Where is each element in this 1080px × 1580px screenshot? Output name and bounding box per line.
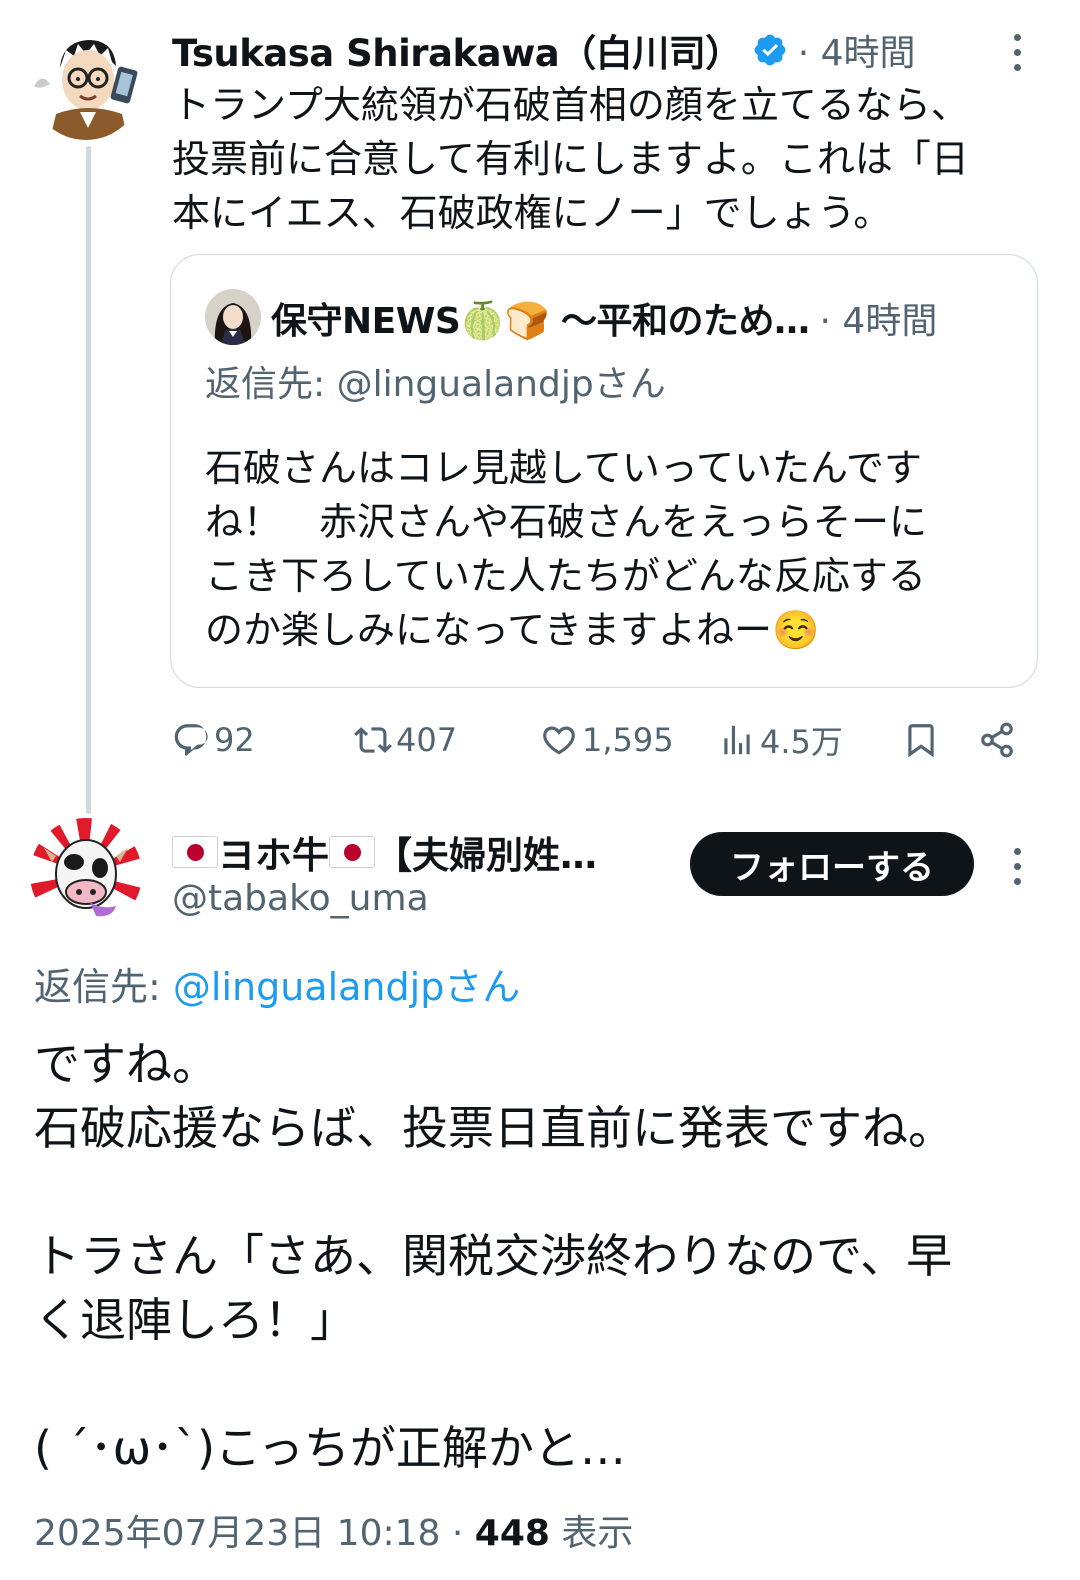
- like-count: 1,595: [582, 721, 674, 759]
- views-button[interactable]: 4.5万: [718, 712, 843, 768]
- bookmark-button[interactable]: [902, 712, 944, 768]
- quoted-reply-to: 返信先: @lingualandjpさん: [205, 364, 666, 405]
- thread-connector-line: [86, 146, 91, 814]
- retweet-count: 407: [396, 721, 458, 759]
- quoted-tweet-time: · 4時間: [819, 301, 938, 342]
- share-icon: [981, 722, 1013, 758]
- tweet-meta: 2025年07月23日 10:18 · 448 表示: [34, 1504, 633, 1556]
- tweet-text: トランプ大統領が石破首相の顔を立てるなら、 投票前に合意して有利にしますよ。これ…: [172, 83, 969, 235]
- reply-count: 92: [214, 721, 255, 759]
- more-icon[interactable]: [1002, 848, 1032, 885]
- reply-icon: [174, 724, 208, 756]
- views-icon: [724, 725, 750, 755]
- like-button[interactable]: 1,595: [540, 712, 674, 768]
- bookmark-icon: [908, 724, 934, 758]
- tweet-header: Tsukasa Shirakawa（白川司） · 4時間: [172, 23, 916, 77]
- quoted-tweet[interactable]: 保守NEWS🍈🍞 〜平和のため… · 4時間 返信先: @lingualandj…: [170, 254, 1038, 688]
- follow-button[interactable]: フォローする: [690, 832, 974, 896]
- quoted-author-name: 保守NEWS🍈🍞 〜平和のため…: [271, 301, 810, 342]
- reply-author-name-row[interactable]: ヨホ牛 【夫婦別姓…: [172, 826, 597, 878]
- view-count: 4.5万: [760, 723, 843, 761]
- reply-author-avatar[interactable]: [30, 818, 142, 930]
- japan-flag-icon: [329, 836, 375, 868]
- tweet-timestamp[interactable]: 2025年07月23日 10:18 ·: [34, 1513, 475, 1554]
- author-avatar[interactable]: [30, 28, 142, 140]
- author-name[interactable]: Tsukasa Shirakawa（白川司）: [172, 23, 742, 77]
- more-icon[interactable]: [1002, 34, 1032, 71]
- japan-flag-icon: [172, 836, 218, 868]
- reply-tweet-header: ヨホ牛 【夫婦別姓… @tabako_uma: [172, 826, 597, 919]
- reply-to-label: 返信先:: [34, 965, 173, 1009]
- tweet-view-label: 表示: [549, 1513, 634, 1554]
- tweet-action-bar: 92 407 1,595 4.5万: [172, 712, 1032, 768]
- reply-tweet-text: ですね。 石破応援ならば、投票日直前に発表ですね。 トラさん「さあ、関税交渉終わ…: [34, 1037, 954, 1475]
- reply-to-mention-link[interactable]: @lingualandjpさん: [173, 965, 520, 1009]
- quoted-tweet-header: 保守NEWS🍈🍞 〜平和のため… · 4時間: [271, 291, 937, 345]
- reply-to-line: 返信先: @lingualandjpさん: [34, 956, 520, 1011]
- tweet-view-count: 448: [474, 1513, 550, 1554]
- like-icon: [543, 726, 575, 755]
- reply-author-handle[interactable]: @tabako_uma: [172, 878, 597, 919]
- reply-author-name: ヨホ牛: [218, 834, 329, 877]
- reply-author-name-suffix: 【夫婦別姓…: [375, 834, 597, 877]
- tweet-time[interactable]: · 4時間: [798, 24, 916, 76]
- share-button[interactable]: [978, 712, 1020, 768]
- reply-button[interactable]: 92: [172, 712, 255, 768]
- verified-badge-icon[interactable]: [752, 32, 788, 68]
- quoted-tweet-text: 石破さんはコレ見越していっていたんです ね！ 赤沢さんや石破さんをえっらそーに …: [205, 446, 928, 652]
- retweet-button[interactable]: 407: [354, 712, 457, 768]
- retweet-icon: [354, 727, 392, 753]
- quoted-author-avatar: [205, 289, 261, 345]
